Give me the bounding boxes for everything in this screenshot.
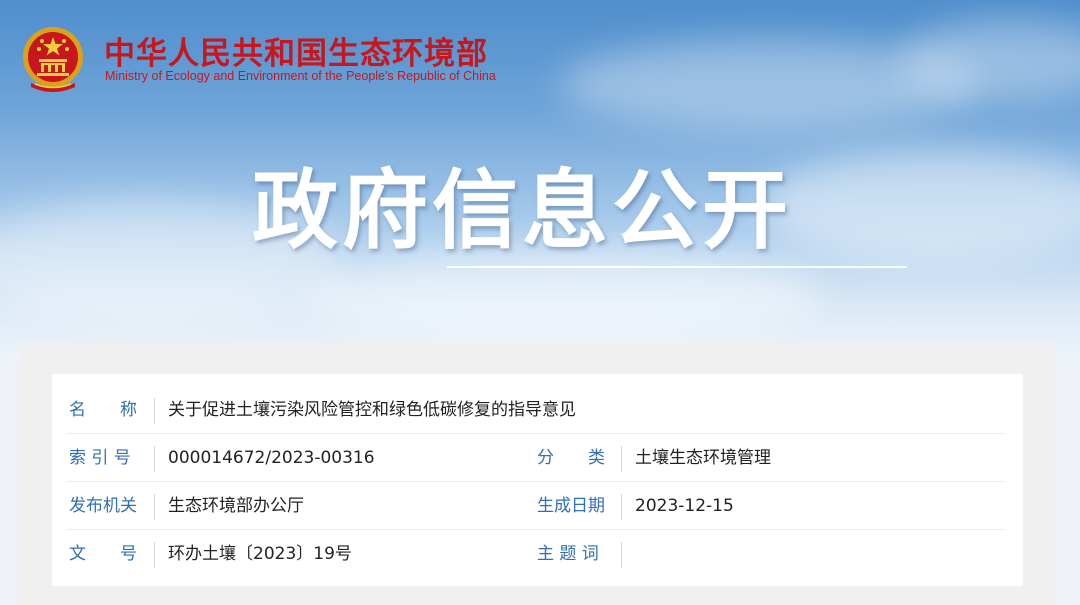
date-label: 生成日期 (537, 496, 605, 516)
name-label: 名 称 (69, 400, 137, 420)
national-emblem-icon[interactable] (21, 23, 85, 95)
ministry-name-english[interactable]: Ministry of Ecology and Environment of t… (105, 69, 496, 83)
label-separator (154, 494, 155, 520)
document-info-card: 名 称 关于促进土壤污染风险管控和绿色低碳修复的指导意见 索 引 号 00001… (52, 374, 1023, 586)
label-separator (621, 542, 622, 568)
header-banner: 中华人民共和国生态环境部 Ministry of Ecology and Env… (0, 0, 1080, 360)
date-value: 2023-12-15 (635, 496, 734, 516)
label-separator (621, 494, 622, 520)
info-row-name: 名 称 关于促进土壤污染风险管控和绿色低碳修复的指导意见 (52, 386, 1023, 434)
label-separator (154, 398, 155, 424)
info-row-doc-number: 文 号 环办土壤〔2023〕19号 主 题 词 (52, 530, 1023, 578)
keywords-label: 主 题 词 (537, 544, 599, 564)
index-value: 000014672/2023-00316 (168, 448, 375, 468)
label-separator (154, 542, 155, 568)
doc-number-label: 文 号 (69, 544, 137, 564)
name-value: 关于促进土壤污染风险管控和绿色低碳修复的指导意见 (168, 400, 576, 420)
label-separator (621, 446, 622, 472)
category-label: 分 类 (537, 448, 605, 468)
index-label: 索 引 号 (69, 448, 131, 468)
category-value: 土壤生态环境管理 (635, 448, 771, 468)
ministry-name-chinese[interactable]: 中华人民共和国生态环境部 (104, 28, 488, 73)
info-row-issuer: 发布机关 生态环境部办公厅 生成日期 2023-12-15 (52, 482, 1023, 530)
doc-number-value: 环办土壤〔2023〕19号 (168, 544, 352, 564)
title-underline (447, 266, 907, 268)
info-row-index: 索 引 号 000014672/2023-00316 分 类 土壤生态环境管理 (52, 434, 1023, 482)
label-separator (154, 446, 155, 472)
issuer-value: 生态环境部办公厅 (168, 496, 304, 516)
issuer-label: 发布机关 (69, 496, 137, 516)
page-title: 政府信息公开 (252, 161, 792, 261)
